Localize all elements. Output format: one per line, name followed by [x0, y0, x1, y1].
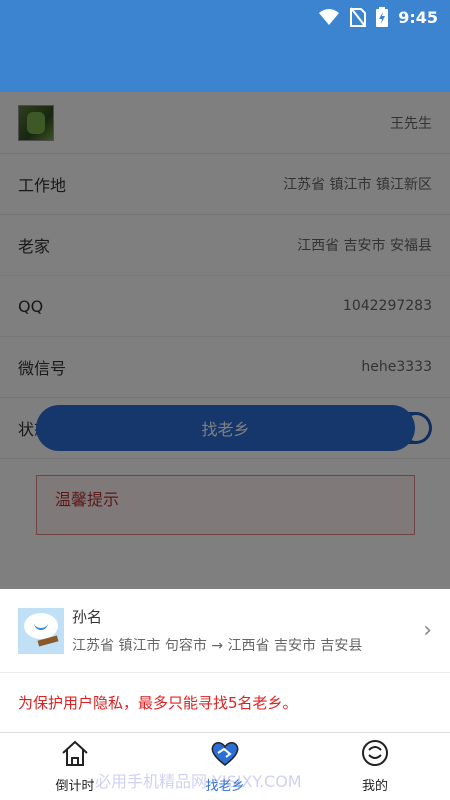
tab-label: 我的 [361, 779, 388, 794]
tab-label: 倒计时 [55, 779, 95, 794]
chevron-right-icon: › [423, 618, 432, 643]
wifi-icon [318, 8, 340, 26]
smiley-icon [361, 739, 389, 771]
status-bar: 9:45 [0, 0, 450, 34]
app-bar [0, 34, 450, 92]
person-avatar [18, 607, 64, 654]
person-route: 江苏省 镇江市 句容市 → 江西省 吉安市 吉安县 [72, 638, 363, 654]
clock: 9:45 [398, 7, 438, 27]
no-sim-icon [350, 7, 367, 27]
house-icon [60, 739, 90, 771]
list-item[interactable]: 孙名 江苏省 镇江市 句容市 → 江西省 吉安市 吉安县 › [0, 589, 450, 673]
watermark: 必用手机精品网 YJSJXY.COM [95, 772, 302, 791]
tab-mine[interactable]: 我的 [300, 733, 450, 800]
handshake-heart-icon [209, 739, 241, 771]
battery-charging-icon [376, 7, 389, 27]
person-info: 孙名 江苏省 镇江市 句容市 → 江西省 吉安市 吉安县 [72, 606, 423, 655]
privacy-notice: 为保护用户隐私，最多只能寻找5名老乡。 [0, 673, 450, 733]
person-name: 孙名 [72, 608, 103, 626]
